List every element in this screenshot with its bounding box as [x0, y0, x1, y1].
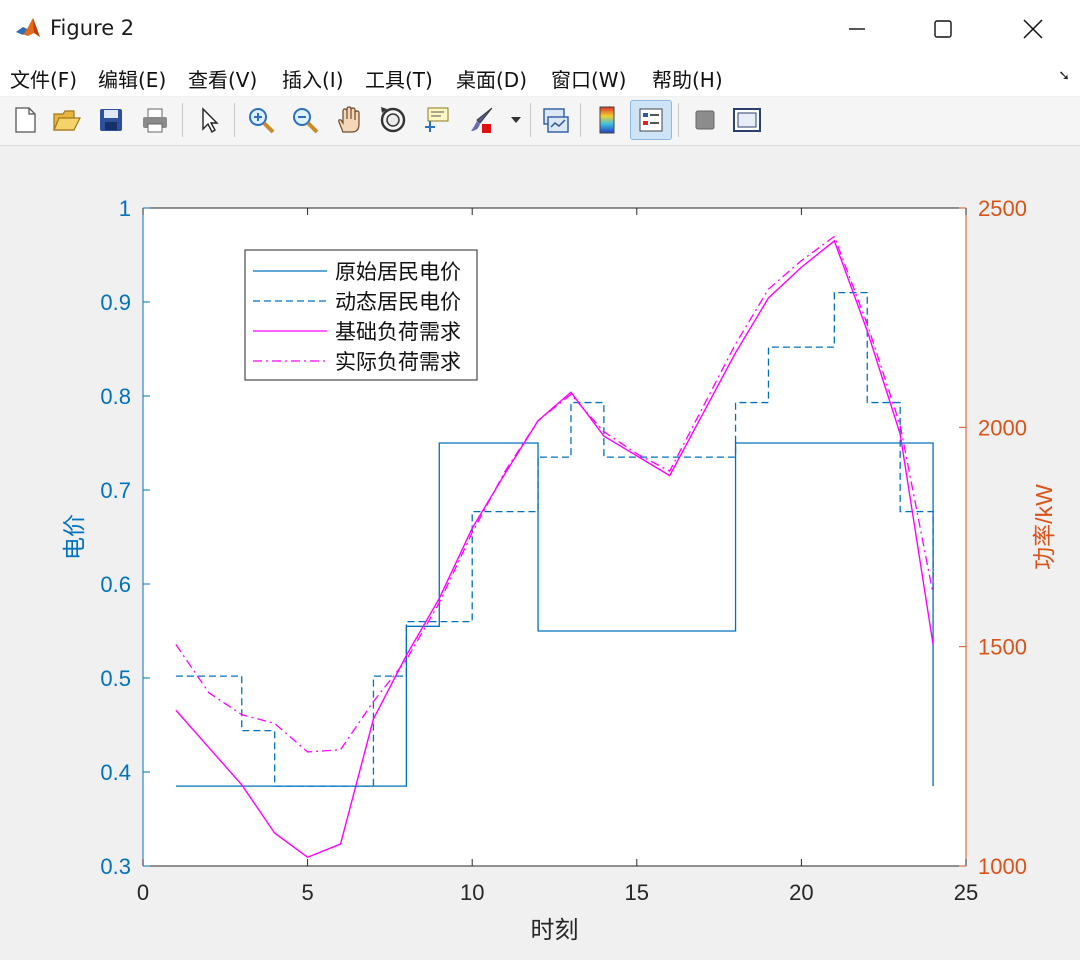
hide-plot-tools-icon: [695, 110, 715, 130]
legend-label: 动态居民电价: [335, 291, 461, 314]
menu-view[interactable]: 查看(V): [188, 64, 257, 93]
y-right-tick-label: 1000: [978, 854, 1027, 879]
data-cursor-icon: [425, 107, 449, 132]
toolbar-separator: [678, 103, 679, 137]
x-tick-label: 15: [625, 880, 649, 905]
save-button[interactable]: [92, 101, 130, 139]
legend-icon: [639, 108, 663, 132]
y-left-tick-label: 0.5: [100, 666, 131, 691]
show-plot-tools-icon: [733, 108, 761, 132]
colorbar-icon: [599, 106, 615, 134]
link-plot-icon: [543, 108, 569, 133]
brush-button[interactable]: [462, 101, 500, 139]
maximize-button[interactable]: [898, 0, 988, 58]
open-file-button[interactable]: [48, 101, 86, 139]
pointer-button[interactable]: [190, 101, 228, 139]
pan-icon: [338, 106, 360, 133]
print-button[interactable]: [136, 101, 174, 139]
y-left-tick-label: 0.3: [100, 854, 131, 879]
y-right-axis-label: 功率/kW: [1031, 484, 1057, 570]
x-axis-label: 时刻: [531, 917, 579, 944]
link-plot-button[interactable]: [536, 101, 574, 139]
y-right-tick-label: 1500: [978, 635, 1027, 660]
y-right-tick-label: 2500: [978, 196, 1027, 221]
y-left-tick-label: 1: [119, 196, 131, 221]
new-figure-button[interactable]: [6, 101, 44, 139]
pointer-icon: [202, 107, 219, 134]
new-figure-icon: [15, 107, 36, 133]
toolbar-separator: [530, 103, 531, 137]
brush-dropdown-button[interactable]: [506, 101, 526, 139]
legend-label: 实际负荷需求: [335, 351, 461, 374]
zoom-in-icon: [249, 108, 275, 134]
y-right-tick-label: 2000: [978, 415, 1027, 440]
open-file-icon: [53, 110, 81, 131]
menu-desktop[interactable]: 桌面(D): [456, 64, 527, 93]
save-icon: [100, 109, 122, 131]
x-tick-label: 0: [137, 880, 149, 905]
menu-help[interactable]: 帮助(H): [652, 64, 723, 93]
legend: 原始居民电价动态居民电价基础负荷需求实际负荷需求: [244, 249, 478, 381]
y-left-axis-label: 电价: [61, 514, 87, 560]
menu-file[interactable]: 文件(F): [10, 64, 77, 93]
legend-label: 基础负荷需求: [335, 321, 461, 344]
close-button[interactable]: [988, 0, 1078, 58]
menu-window[interactable]: 窗口(W): [551, 64, 626, 93]
menu-bar: 文件(F) 编辑(E) 查看(V) 插入(I) 工具(T) 桌面(D) 窗口(W…: [0, 58, 1080, 96]
show-plot-tools-button[interactable]: [728, 101, 766, 139]
figure-window: Figure 2 文件(F) 编辑(E) 查看(V) 插入(I) 工具(T) 桌…: [0, 0, 1080, 956]
colorbar-button[interactable]: [588, 101, 626, 139]
menu-insert[interactable]: 插入(I): [282, 64, 344, 93]
legend-button[interactable]: [630, 100, 672, 140]
title-bar: Figure 2: [0, 0, 1080, 58]
window-title: Figure 2: [50, 16, 135, 40]
x-tick-label: 20: [789, 880, 813, 905]
rotate-3d-button[interactable]: [374, 101, 412, 139]
zoom-out-button[interactable]: [286, 101, 324, 139]
data-cursor-button[interactable]: [418, 101, 456, 139]
chart[interactable]: 0 5 10 15 20 25 0.3 0.4 0.5 0.6 0.7 0.8 0.9 1 1000 1500…: [0, 146, 1080, 956]
y-left-tick-label: 0.4: [100, 760, 131, 785]
rotate-3d-icon: [380, 107, 406, 133]
brush-icon: [471, 107, 493, 133]
figure-toolbar: [0, 97, 1080, 146]
x-tick-label: 25: [954, 880, 978, 905]
zoom-in-button[interactable]: [242, 101, 280, 139]
figure-canvas: 0 5 10 15 20 25 0.3 0.4 0.5 0.6 0.7 0.8 0.9 1 1000 1500…: [0, 146, 1080, 956]
toolbar-separator: [234, 103, 235, 137]
menu-tools[interactable]: 工具(T): [365, 64, 433, 93]
menu-edit[interactable]: 编辑(E): [98, 64, 166, 93]
matlab-logo-icon: [14, 15, 42, 43]
y-left-tick-label: 0.8: [100, 384, 131, 409]
close-icon: [1023, 19, 1043, 39]
hide-plot-tools-button[interactable]: [686, 101, 724, 139]
y-left-tick-label: 0.6: [100, 572, 131, 597]
menu-dock-arrow-icon[interactable]: ➘: [1058, 68, 1070, 84]
print-icon: [143, 108, 167, 133]
x-tick-label: 10: [460, 880, 484, 905]
toolbar-separator: [182, 103, 183, 137]
maximize-icon: [934, 20, 952, 38]
brush-dropdown-icon: [511, 117, 521, 123]
x-tick-label: 5: [301, 880, 313, 905]
minimize-icon: [849, 28, 865, 30]
minimize-button[interactable]: [812, 0, 902, 58]
y-left-tick-label: 0.7: [100, 478, 131, 503]
legend-label: 原始居民电价: [335, 261, 461, 284]
pan-button[interactable]: [330, 101, 368, 139]
toolbar-separator: [580, 103, 581, 137]
y-left-tick-label: 0.9: [100, 290, 131, 315]
zoom-out-icon: [293, 108, 319, 134]
